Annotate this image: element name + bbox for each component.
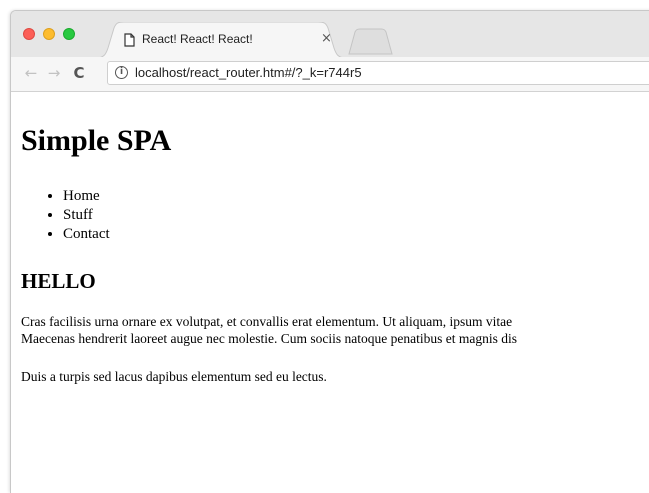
- nav-item-contact[interactable]: Contact: [63, 225, 110, 244]
- browser-window: React! React! React! × ← → C i localhost…: [10, 10, 649, 493]
- address-bar[interactable]: i localhost/react_router.htm#/?_k=r744r5: [107, 61, 649, 85]
- minimize-window-button[interactable]: [43, 28, 55, 40]
- page-icon: [124, 33, 135, 47]
- page-content: Simple SPA Home Stuff Contact HELLO Cras…: [11, 92, 649, 493]
- maximize-window-button[interactable]: [63, 28, 75, 40]
- new-tab-icon[interactable]: [347, 28, 397, 58]
- tab-title: React! React! React!: [142, 32, 253, 46]
- info-icon[interactable]: i: [115, 66, 128, 79]
- nav-item-home[interactable]: Home: [63, 187, 110, 206]
- nav-item-stuff[interactable]: Stuff: [63, 206, 110, 225]
- tab-close-icon[interactable]: ×: [321, 31, 332, 46]
- paragraph-1: Cras facilisis urna ornare ex volutpat, …: [21, 313, 517, 347]
- reload-icon[interactable]: C: [71, 65, 87, 81]
- url-text[interactable]: localhost/react_router.htm#/?_k=r744r5: [135, 65, 362, 80]
- nav-list: Home Stuff Contact: [21, 187, 110, 244]
- page-title: Simple SPA: [21, 124, 172, 157]
- tab-active[interactable]: React! React! React! ×: [96, 22, 346, 58]
- paragraph-1-line-1: Cras facilisis urna ornare ex volutpat, …: [21, 314, 513, 329]
- paragraph-2: Duis a turpis sed lacus dapibus elementu…: [21, 369, 327, 384]
- forward-arrow-icon[interactable]: →: [46, 65, 62, 81]
- section-heading: HELLO: [21, 269, 96, 293]
- back-arrow-icon[interactable]: ←: [23, 65, 39, 81]
- browser-toolbar: ← → C i localhost/react_router.htm#/?_k=…: [11, 57, 649, 92]
- title-bar: React! React! React! ×: [11, 11, 649, 58]
- close-window-button[interactable]: [23, 28, 35, 40]
- paragraph-1-line-2: Maecenas hendrerit laoreet augue nec mol…: [21, 331, 517, 346]
